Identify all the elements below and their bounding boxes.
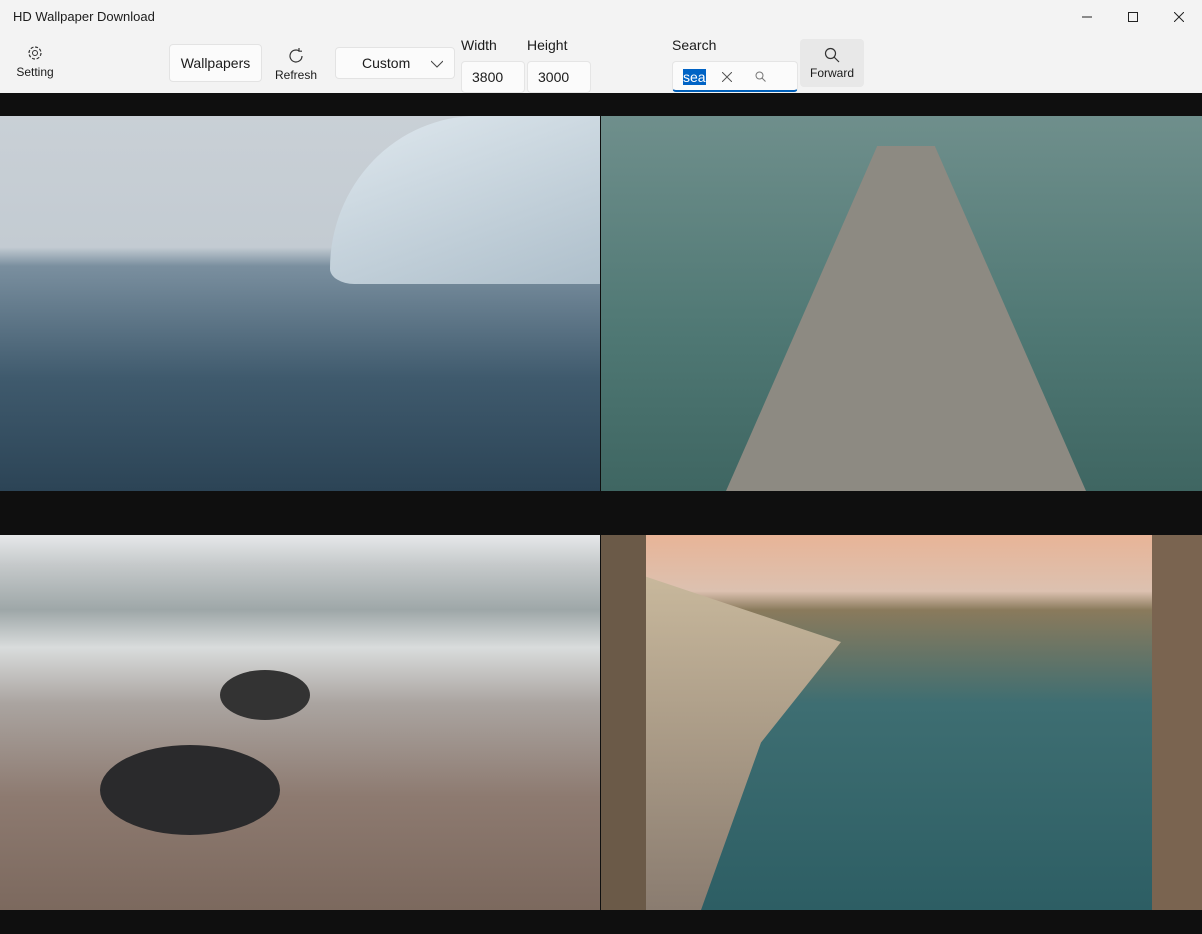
search-icon xyxy=(824,47,840,63)
gear-icon xyxy=(28,46,42,60)
title-bar: HD Wallpaper Download xyxy=(0,0,1202,34)
cave-edge xyxy=(601,535,646,910)
maximize-icon xyxy=(1128,12,1138,22)
close-icon xyxy=(1174,12,1184,22)
pier-shape xyxy=(726,146,1086,491)
search-input[interactable]: sea xyxy=(672,61,798,92)
search-icon[interactable] xyxy=(755,71,766,82)
refresh-icon xyxy=(289,48,303,63)
setting-button[interactable]: Setting xyxy=(14,44,56,79)
height-input[interactable]: 3000 xyxy=(527,61,591,93)
rock-shape xyxy=(220,670,310,720)
cave-edge xyxy=(1152,535,1202,910)
wallpapers-button[interactable]: Wallpapers xyxy=(169,44,262,82)
maximize-button[interactable] xyxy=(1110,0,1156,34)
wallpaper-iceberg-sea[interactable] xyxy=(0,116,600,491)
size-preset-dropdown[interactable]: Custom xyxy=(335,47,455,79)
height-label: Height xyxy=(527,37,568,53)
minimize-button[interactable] xyxy=(1064,0,1110,34)
cliff-shape xyxy=(641,575,841,910)
width-label: Width xyxy=(461,37,497,53)
setting-label: Setting xyxy=(16,65,54,79)
wallpaper-grid xyxy=(0,93,1202,934)
minimize-icon xyxy=(1082,16,1092,18)
refresh-button[interactable]: Refresh xyxy=(274,47,318,82)
wallpaper-rocky-beach[interactable] xyxy=(0,535,600,910)
clear-icon[interactable] xyxy=(722,72,732,82)
search-label: Search xyxy=(672,37,717,53)
chevron-down-icon xyxy=(431,60,443,68)
width-input[interactable]: 3800 xyxy=(461,61,525,93)
window-title: HD Wallpaper Download xyxy=(13,9,155,24)
search-value: sea xyxy=(683,69,706,85)
wallpaper-cliff-coast[interactable] xyxy=(601,535,1202,910)
iceberg-shape xyxy=(330,116,600,284)
forward-button[interactable]: Forward xyxy=(800,39,864,87)
refresh-label: Refresh xyxy=(274,68,318,82)
wallpaper-wooden-pier[interactable] xyxy=(601,116,1202,491)
forward-label: Forward xyxy=(809,66,854,80)
size-preset-value: Custom xyxy=(362,55,411,71)
rock-shape xyxy=(100,745,280,835)
close-button[interactable] xyxy=(1156,0,1202,34)
